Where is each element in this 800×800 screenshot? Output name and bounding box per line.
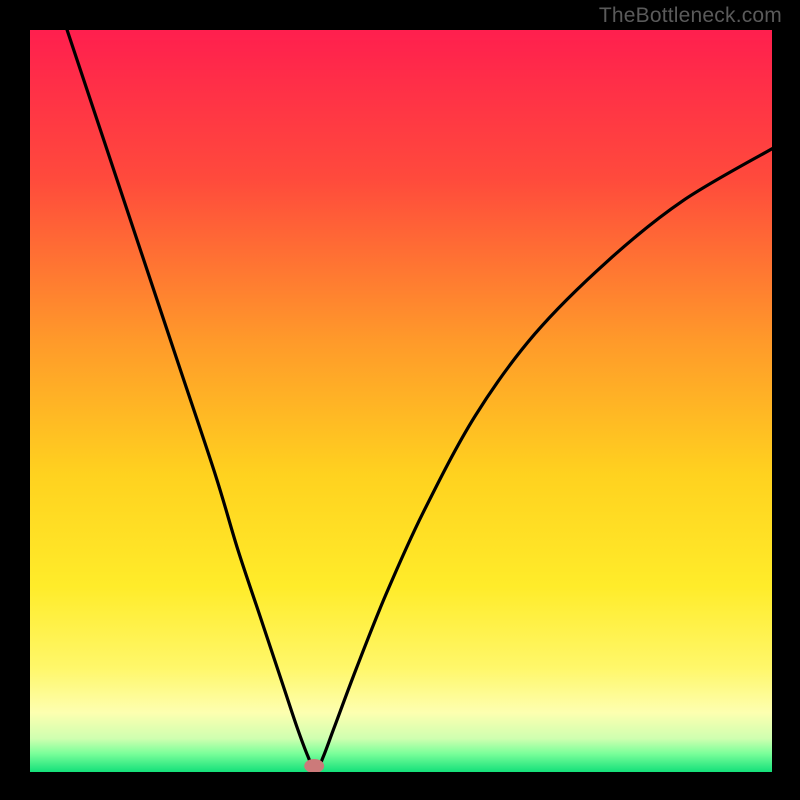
plot-gradient-background [30,30,772,772]
chart-svg [0,0,800,800]
minimum-marker [304,759,324,773]
watermark-text: TheBottleneck.com [599,4,782,28]
